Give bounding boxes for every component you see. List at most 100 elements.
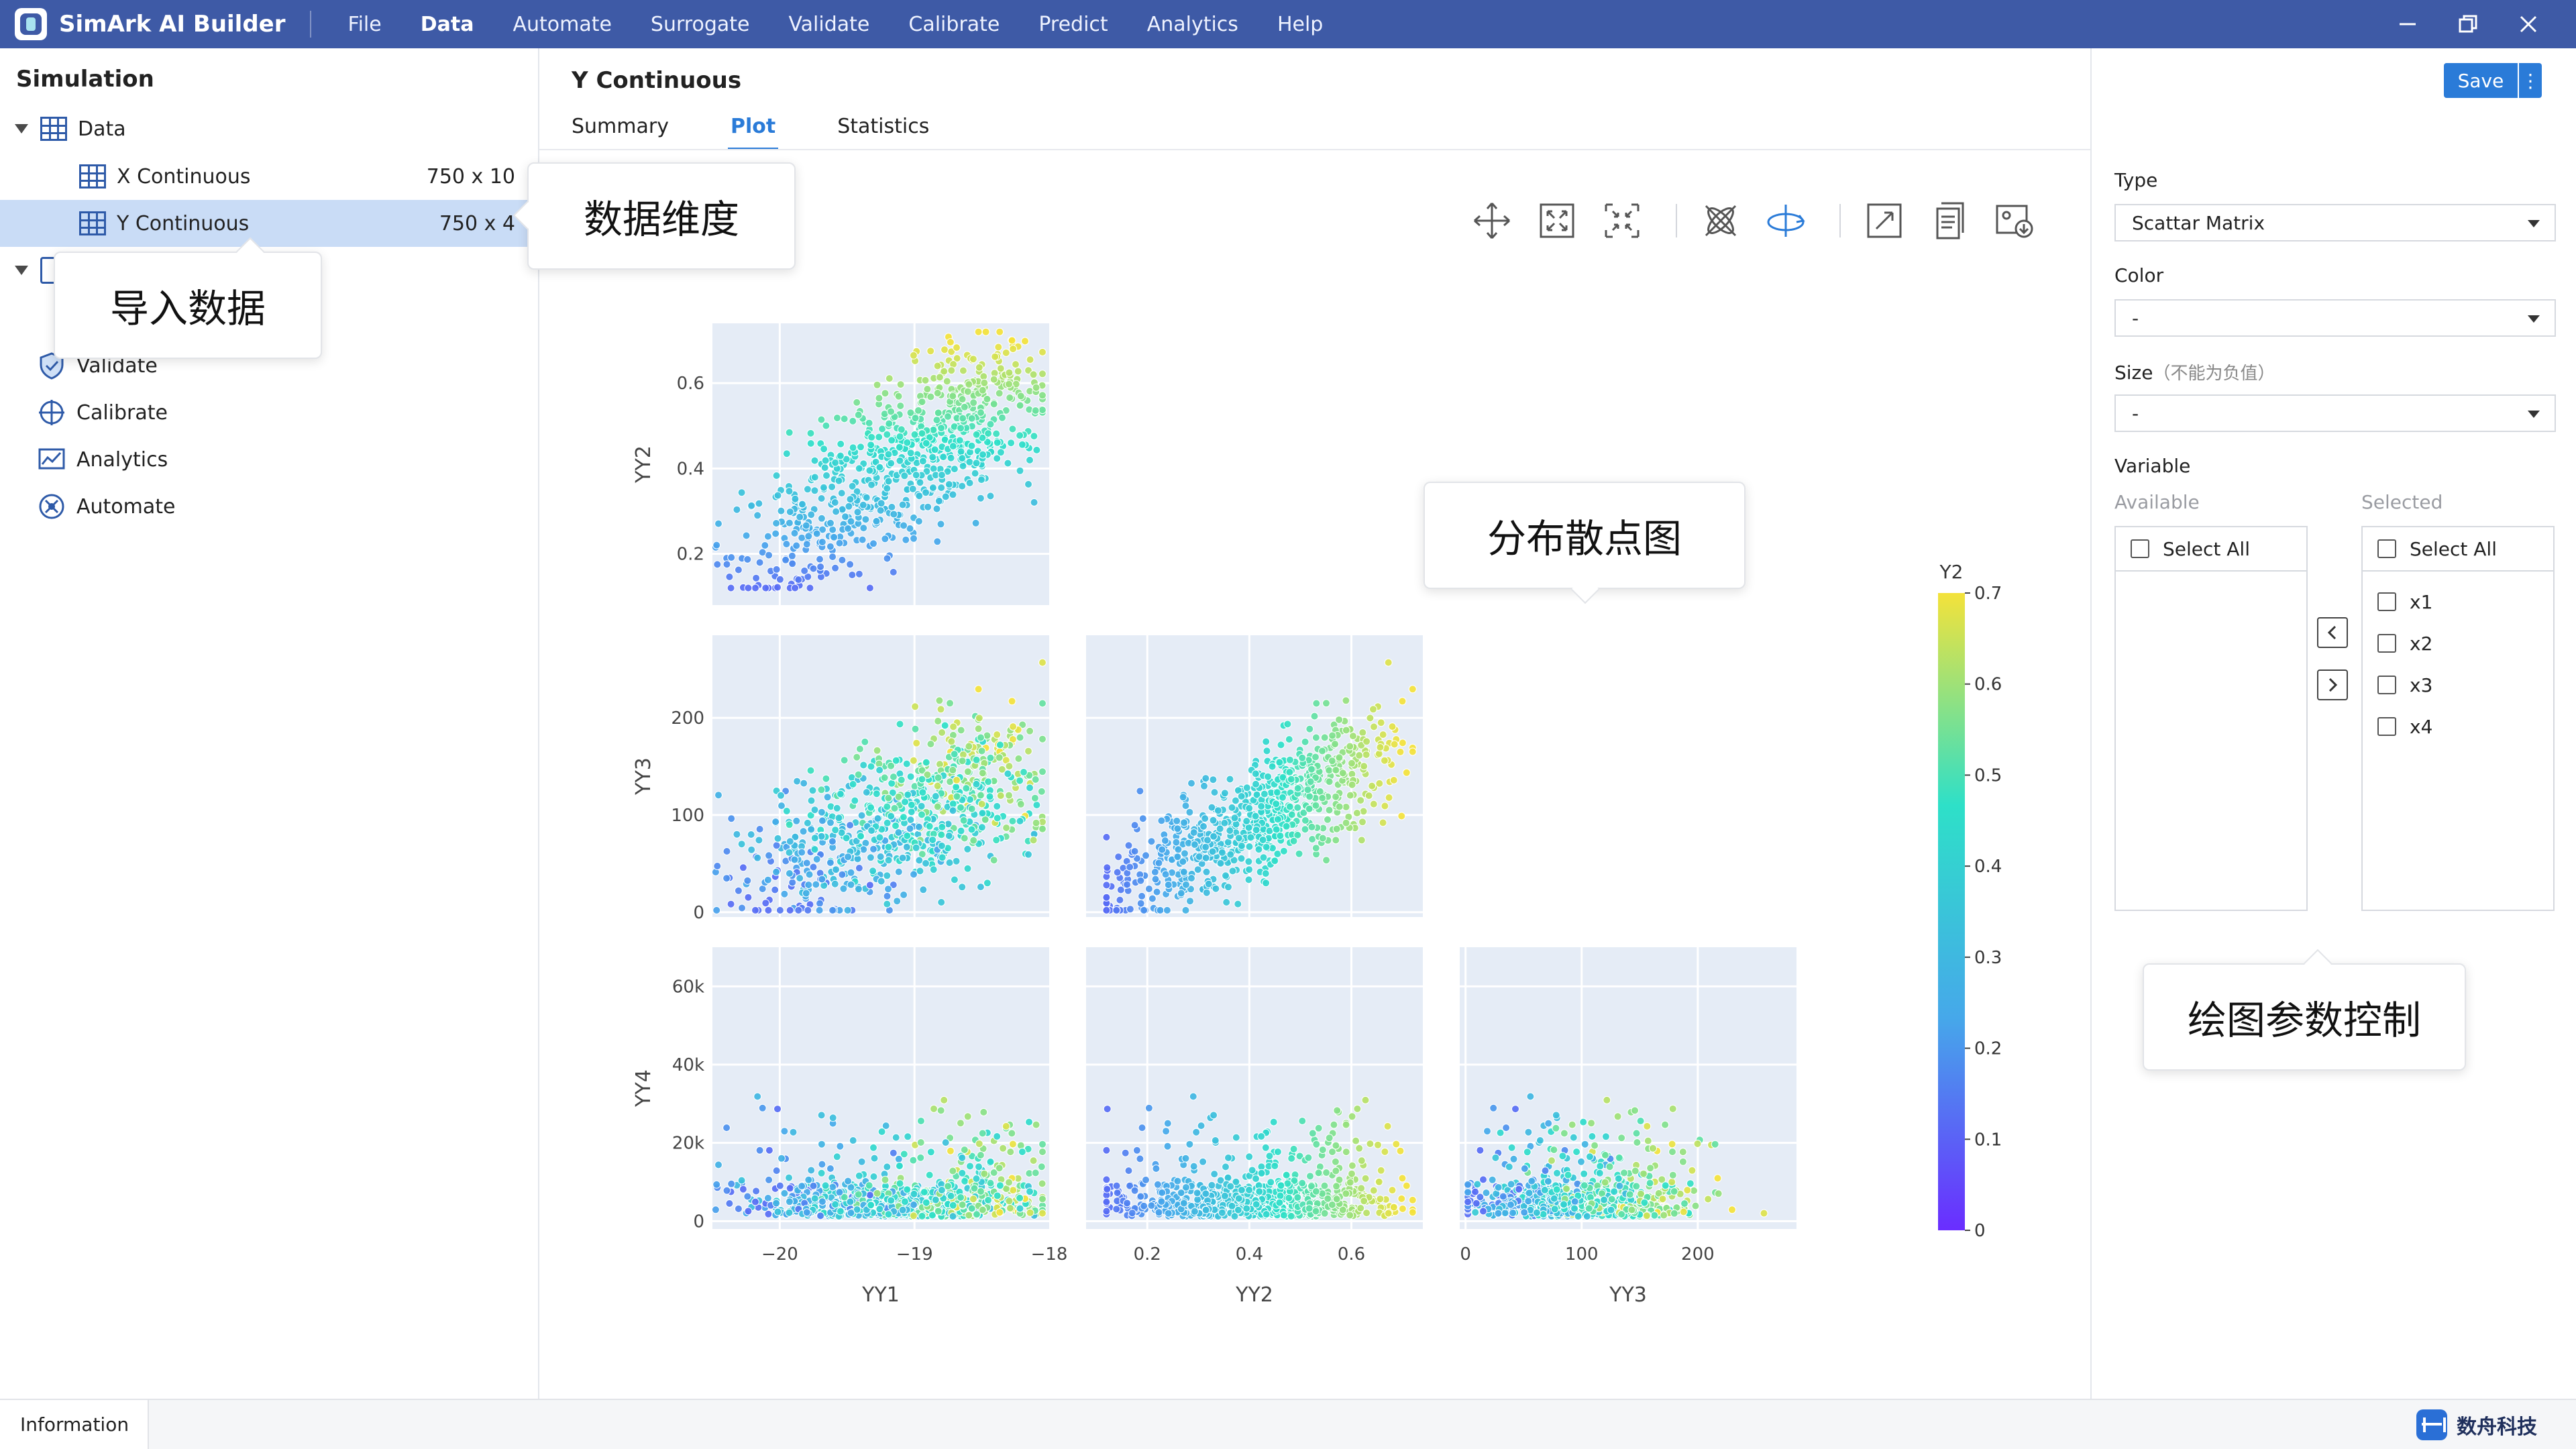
- data-point: [992, 429, 1001, 438]
- list-item[interactable]: x3: [2363, 664, 2553, 706]
- data-point: [1016, 776, 1024, 785]
- save-button[interactable]: Save: [2444, 63, 2518, 98]
- data-point: [869, 845, 877, 853]
- available-list[interactable]: Select All: [2114, 526, 2308, 911]
- data-point: [711, 1205, 720, 1214]
- data-point: [925, 1171, 934, 1179]
- zoom-out-icon[interactable]: [1599, 197, 1646, 244]
- data-point: [763, 875, 772, 884]
- download-icon[interactable]: [1991, 197, 2038, 244]
- data-point: [934, 496, 943, 505]
- rotate-icon[interactable]: [1762, 197, 1809, 244]
- caret-down-icon[interactable]: [15, 266, 28, 275]
- data-point: [785, 428, 794, 437]
- data-point: [909, 756, 918, 765]
- data-point: [1610, 1187, 1619, 1196]
- data-point: [1661, 1120, 1670, 1129]
- tree-node-analytics[interactable]: Analytics: [0, 436, 538, 483]
- restore-icon[interactable]: [2438, 0, 2498, 48]
- selected-list[interactable]: Select All x1 x2 x3 x4: [2361, 526, 2555, 911]
- data-point: [881, 389, 890, 398]
- caret-down-icon[interactable]: [15, 124, 28, 133]
- export-icon[interactable]: [1926, 197, 1973, 244]
- pan-icon[interactable]: [1468, 197, 1515, 244]
- menu-file[interactable]: File: [348, 13, 382, 36]
- checkbox[interactable]: [2377, 634, 2396, 653]
- data-point: [780, 1189, 789, 1197]
- data-point: [810, 473, 819, 482]
- data-point: [1222, 871, 1230, 880]
- checkbox[interactable]: [2377, 676, 2396, 694]
- close-icon[interactable]: [2498, 0, 2559, 48]
- save-options-button[interactable]: ⋮: [2519, 63, 2542, 98]
- zoom-in-icon[interactable]: [1534, 197, 1580, 244]
- select-all-label: Select All: [2410, 537, 2497, 560]
- data-point: [867, 480, 876, 489]
- autoscale-icon[interactable]: [1861, 197, 1908, 244]
- menu-surrogate[interactable]: Surrogate: [651, 13, 750, 36]
- menu-validate[interactable]: Validate: [788, 13, 869, 36]
- tree-item-y-continuous[interactable]: Y Continuous 750 x 4: [0, 200, 538, 247]
- data-point: [995, 753, 1004, 762]
- data-point: [924, 502, 932, 511]
- data-point: [877, 877, 885, 885]
- data-point: [1287, 775, 1295, 784]
- size-select[interactable]: -: [2114, 394, 2556, 432]
- data-point: [833, 414, 841, 422]
- menu-help[interactable]: Help: [1277, 13, 1323, 36]
- tree-node-calibrate[interactable]: Calibrate: [0, 389, 538, 436]
- list-item[interactable]: x1: [2363, 581, 2553, 623]
- menu-automate[interactable]: Automate: [513, 13, 611, 36]
- move-right-button[interactable]: [2317, 669, 2348, 700]
- data-point: [1211, 1136, 1220, 1144]
- minimize-icon[interactable]: [2377, 0, 2438, 48]
- data-point: [1181, 802, 1190, 810]
- data-point: [808, 786, 817, 795]
- data-point: [817, 514, 826, 523]
- checkbox[interactable]: [2377, 592, 2396, 611]
- data-point: [1230, 814, 1239, 822]
- menu-data[interactable]: Data: [421, 13, 474, 36]
- select-icon[interactable]: [1697, 197, 1744, 244]
- data-point: [714, 1161, 722, 1169]
- list-item[interactable]: x2: [2363, 623, 2553, 664]
- checkbox[interactable]: [2131, 539, 2149, 558]
- checkbox[interactable]: [2377, 539, 2396, 558]
- data-point: [790, 855, 799, 864]
- data-point: [976, 494, 985, 502]
- data-point: [826, 818, 835, 827]
- type-select[interactable]: Scattar Matrix: [2114, 204, 2556, 241]
- list-item[interactable]: x4: [2363, 706, 2553, 747]
- information-tab[interactable]: Information: [0, 1400, 149, 1449]
- data-point: [1173, 824, 1182, 833]
- data-point: [983, 394, 991, 403]
- checkbox[interactable]: [2377, 717, 2396, 736]
- tree-item-x-continuous[interactable]: X Continuous 750 x 10: [0, 153, 538, 200]
- available-select-all[interactable]: Select All: [2116, 527, 2306, 572]
- menu-calibrate[interactable]: Calibrate: [908, 13, 1000, 36]
- data-point: [1305, 1204, 1313, 1213]
- tree-node-data[interactable]: Data: [0, 105, 538, 152]
- menu-predict[interactable]: Predict: [1038, 13, 1108, 36]
- data-point: [1491, 1153, 1500, 1162]
- data-point: [937, 898, 946, 906]
- tree-node-automate[interactable]: Automate: [0, 483, 538, 530]
- data-point: [772, 1199, 781, 1208]
- data-point: [1124, 1167, 1133, 1175]
- menu-analytics[interactable]: Analytics: [1147, 13, 1238, 36]
- data-point: [883, 430, 892, 439]
- data-point: [921, 376, 930, 384]
- color-select[interactable]: -: [2114, 299, 2556, 337]
- data-point: [1210, 832, 1218, 841]
- data-point: [1161, 870, 1170, 879]
- data-point: [1263, 747, 1271, 755]
- data-point: [1355, 1144, 1364, 1152]
- move-left-button[interactable]: [2317, 617, 2348, 648]
- size-label-row: Size（不能为负值）: [2114, 360, 2275, 384]
- data-point: [1006, 393, 1014, 402]
- data-point: [1760, 1209, 1768, 1218]
- data-point: [1016, 392, 1025, 400]
- x-axis-title: YY2: [1235, 1283, 1273, 1307]
- data-point: [910, 534, 918, 543]
- selected-select-all[interactable]: Select All: [2363, 527, 2553, 572]
